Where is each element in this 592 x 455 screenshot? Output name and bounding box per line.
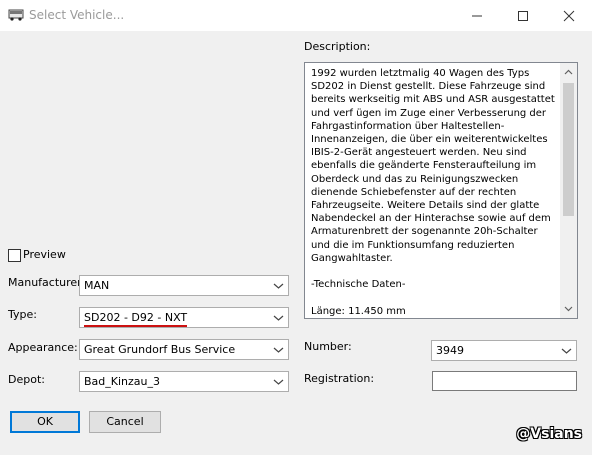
maximize-button[interactable]: [500, 0, 546, 31]
chevron-down-icon: [273, 315, 284, 321]
ok-button[interactable]: OK: [10, 411, 80, 433]
number-label: Number:: [304, 340, 352, 353]
manufacturer-value: MAN: [84, 279, 110, 292]
depot-select[interactable]: Bad_Kinzau_3: [79, 371, 289, 392]
chevron-down-icon: [273, 283, 284, 289]
description-textarea[interactable]: 1992 wurden letztmalig 40 Wagen des Typs…: [304, 62, 578, 319]
description-scrollbar[interactable]: [560, 63, 577, 318]
minimize-icon: [472, 15, 482, 17]
type-label: Type:: [8, 308, 37, 321]
manufacturer-select[interactable]: MAN: [79, 275, 289, 296]
bus-app-icon: [8, 9, 24, 21]
watermark: @Vsians: [516, 426, 582, 442]
title-bar: Select Vehicle...: [0, 0, 592, 31]
maximize-icon: [518, 11, 528, 21]
type-value: SD202 - D92 - NXT: [84, 311, 188, 327]
chevron-down-icon: [273, 379, 284, 385]
minimize-button[interactable]: [454, 0, 500, 31]
scroll-up-icon[interactable]: [564, 69, 573, 75]
window-title: Select Vehicle...: [29, 8, 125, 22]
close-button[interactable]: [546, 0, 592, 31]
type-select[interactable]: SD202 - D92 - NXT: [79, 307, 289, 328]
description-label: Description:: [304, 40, 371, 53]
number-value: 3949: [436, 344, 464, 357]
cancel-button[interactable]: Cancel: [89, 411, 161, 433]
chevron-down-icon: [273, 347, 284, 353]
scroll-thumb[interactable]: [563, 83, 574, 216]
preview-label: Preview: [23, 248, 66, 261]
description-text: 1992 wurden letztmalig 40 Wagen des Typs…: [311, 68, 555, 317]
appearance-label: Appearance:: [8, 341, 78, 354]
chevron-down-icon: [561, 348, 572, 354]
number-select[interactable]: 3949: [431, 340, 577, 361]
depot-label: Depot:: [8, 373, 45, 386]
manufacturer-label: Manufacturer:: [8, 276, 86, 289]
scroll-down-icon[interactable]: [564, 306, 573, 312]
appearance-select[interactable]: Great Grundorf Bus Service: [79, 339, 289, 360]
appearance-value: Great Grundorf Bus Service: [84, 343, 236, 356]
depot-value: Bad_Kinzau_3: [84, 375, 160, 388]
registration-input[interactable]: [432, 371, 577, 391]
preview-checkbox[interactable]: [8, 249, 21, 262]
registration-label: Registration:: [304, 372, 375, 385]
close-icon: [563, 10, 575, 22]
